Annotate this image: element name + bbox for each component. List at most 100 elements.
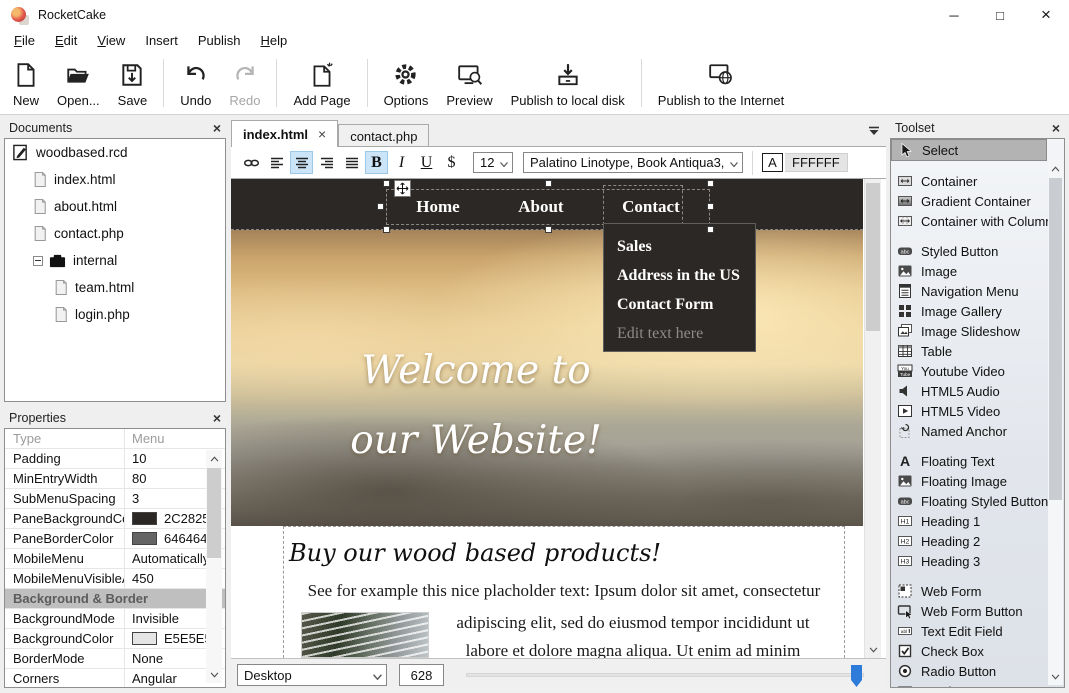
tree-item-woodbased-rcd[interactable]: woodbased.rcd	[5, 139, 225, 166]
italic-button[interactable]: I	[390, 151, 413, 174]
font-size-select[interactable]: 12	[473, 152, 513, 173]
toolset-item-heading-3[interactable]: H3Heading 3	[891, 551, 1064, 571]
align-left-icon[interactable]	[265, 151, 288, 174]
contact-submenu[interactable]: SalesAddress in the USContact FormEdit t…	[603, 223, 756, 352]
scrollbar-thumb[interactable]	[1049, 178, 1062, 500]
selection-handle[interactable]	[377, 203, 384, 210]
submenu-item-address-in-the-us[interactable]: Address in the US	[604, 261, 755, 290]
tree-item-team-html[interactable]: team.html	[5, 274, 225, 301]
toolset-item-web-form-button[interactable]: Web Form Button	[891, 601, 1064, 621]
toolset-item-named-anchor[interactable]: Named Anchor	[891, 421, 1064, 441]
toolbar-button-save[interactable]: Save	[109, 57, 157, 110]
submenu-placeholder[interactable]: Edit text here	[604, 319, 755, 348]
menu-insert[interactable]: Insert	[135, 30, 188, 52]
toolset-item-container[interactable]: Container	[891, 171, 1064, 191]
property-row-minentrywidth[interactable]: MinEntryWidth80	[5, 469, 225, 489]
hero-text-line1[interactable]: Welcome to	[256, 348, 696, 393]
toolbar-button-publish-to-local-disk[interactable]: Publish to local disk	[502, 57, 634, 110]
toolset-item-html5-audio[interactable]: HTML5 Audio	[891, 381, 1064, 401]
toolset-item-select[interactable]: Select	[891, 139, 1047, 161]
toolbar-button-preview[interactable]: Preview	[437, 57, 501, 110]
design-canvas[interactable]: HomeAboutContact Welcome to our Website!…	[231, 179, 886, 658]
tree-item-login-php[interactable]: login.php	[5, 301, 225, 328]
toolbar-button-redo[interactable]: Redo	[220, 57, 269, 110]
toolset-item-check-box[interactable]: Check Box	[891, 641, 1064, 661]
hyperlink-icon[interactable]	[240, 151, 263, 174]
submenu-item-sales[interactable]: Sales	[604, 232, 755, 261]
selection-handle[interactable]	[707, 226, 714, 233]
toolbar-button-new[interactable]: New	[4, 57, 48, 110]
page-width-field[interactable]: 628	[399, 664, 444, 686]
toolbar-button-open[interactable]: Open...	[48, 57, 109, 110]
toolset-item-floating-image[interactable]: Floating Image	[891, 471, 1064, 491]
menu-edit[interactable]: Edit	[45, 30, 87, 52]
content-paragraph-line1[interactable]: See for example this nice placholder tex…	[283, 581, 845, 601]
device-select[interactable]: Desktop	[237, 664, 387, 686]
property-row-mobilemenuvisiblea[interactable]: MobileMenuVisibleA450	[5, 569, 225, 589]
toolset-item-radio-button[interactable]: Radio Button	[891, 661, 1064, 681]
editor-scrollbar[interactable]	[864, 163, 881, 658]
content-paragraph-line3[interactable]: labore et dolore magna aliqua. Ut enim a…	[421, 641, 845, 658]
selection-handle[interactable]	[707, 203, 714, 210]
scrollbar-thumb[interactable]	[866, 183, 880, 331]
site-nav-home[interactable]: Home	[416, 197, 459, 217]
toolset-item-table[interactable]: Table	[891, 341, 1064, 361]
property-row-panebackgroundco[interactable]: PaneBackgroundCo2C2825	[5, 509, 225, 529]
property-row-panebordercolor[interactable]: PaneBorderColor646464	[5, 529, 225, 549]
documents-close-icon[interactable]: ×	[213, 121, 221, 135]
property-row-bordermode[interactable]: BorderModeNone	[5, 649, 225, 669]
hero-text-line2[interactable]: our Website!	[256, 418, 696, 463]
currency-button[interactable]: $	[440, 151, 463, 174]
scrollbar-thumb[interactable]	[207, 468, 221, 558]
hero-image[interactable]: Welcome to our Website!	[231, 230, 863, 526]
site-nav-about[interactable]: About	[518, 197, 563, 217]
minimize-button[interactable]: ─	[931, 0, 977, 30]
tab-contact-php[interactable]: contact.php	[338, 124, 429, 147]
selection-handle[interactable]	[383, 180, 390, 187]
text-color-button[interactable]: A	[762, 153, 783, 172]
selection-handle[interactable]	[545, 226, 552, 233]
waterfall-image[interactable]	[301, 612, 429, 658]
toolset-item-styled-button[interactable]: abcStyled Button	[891, 241, 1064, 261]
properties-close-icon[interactable]: ×	[213, 411, 221, 425]
toolset-item-gradient-container[interactable]: Gradient Container	[891, 191, 1064, 211]
toolset-item-image[interactable]: Image	[891, 261, 1064, 281]
move-handle-icon[interactable]	[394, 180, 411, 197]
toolset-item-youtube-video[interactable]: YouTubeYoutube Video	[891, 361, 1064, 381]
toolset-scrollbar[interactable]	[1048, 160, 1063, 685]
tab-index-html[interactable]: index.html ×	[231, 120, 338, 147]
selection-handle[interactable]	[545, 180, 552, 187]
align-center-icon[interactable]	[290, 151, 313, 174]
property-row-backgroundcolor[interactable]: BackgroundColorE5E5E5	[5, 629, 225, 649]
property-row-submenuspacing[interactable]: SubMenuSpacing3	[5, 489, 225, 509]
scroll-up-icon[interactable]	[1048, 160, 1063, 177]
toolset-item-combo-box[interactable]: Combo Box	[891, 681, 1064, 688]
toolbar-button-add-page[interactable]: Add Page	[284, 57, 359, 110]
toolset-item-heading-2[interactable]: H2Heading 2	[891, 531, 1064, 551]
toolset-item-web-form[interactable]: Web Form	[891, 581, 1064, 601]
menu-help[interactable]: Help	[250, 30, 297, 52]
toolset-item-floating-text[interactable]: AFloating Text	[891, 451, 1064, 471]
slider-thumb[interactable]	[851, 665, 862, 687]
tree-item-contact-php[interactable]: contact.php	[5, 220, 225, 247]
property-row-corners[interactable]: CornersAngular	[5, 669, 225, 688]
align-justify-icon[interactable]	[340, 151, 363, 174]
tree-item-index-html[interactable]: index.html	[5, 166, 225, 193]
tab-list-chevron-icon[interactable]	[868, 124, 880, 139]
toolset-item-container-with-columns[interactable]: Container with Columns	[891, 211, 1064, 231]
toolbar-button-options[interactable]: Options	[375, 57, 438, 110]
submenu-item-contact-form[interactable]: Contact Form	[604, 290, 755, 319]
align-right-icon[interactable]	[315, 151, 338, 174]
property-row-backgroundmode[interactable]: BackgroundModeInvisible	[5, 609, 225, 629]
menu-file[interactable]: File	[4, 30, 45, 52]
toolset-item-image-gallery[interactable]: Image Gallery	[891, 301, 1064, 321]
selection-handle[interactable]	[383, 226, 390, 233]
toolset-item-html5-video[interactable]: HTML5 Video	[891, 401, 1064, 421]
width-slider[interactable]	[466, 673, 864, 677]
toolset-item-heading-1[interactable]: H1Heading 1	[891, 511, 1064, 531]
underline-button[interactable]: U	[415, 151, 438, 174]
close-button[interactable]: ×	[1023, 0, 1069, 30]
scroll-down-icon[interactable]	[865, 641, 881, 658]
selection-handle[interactable]	[707, 180, 714, 187]
scroll-up-icon[interactable]	[206, 450, 222, 467]
